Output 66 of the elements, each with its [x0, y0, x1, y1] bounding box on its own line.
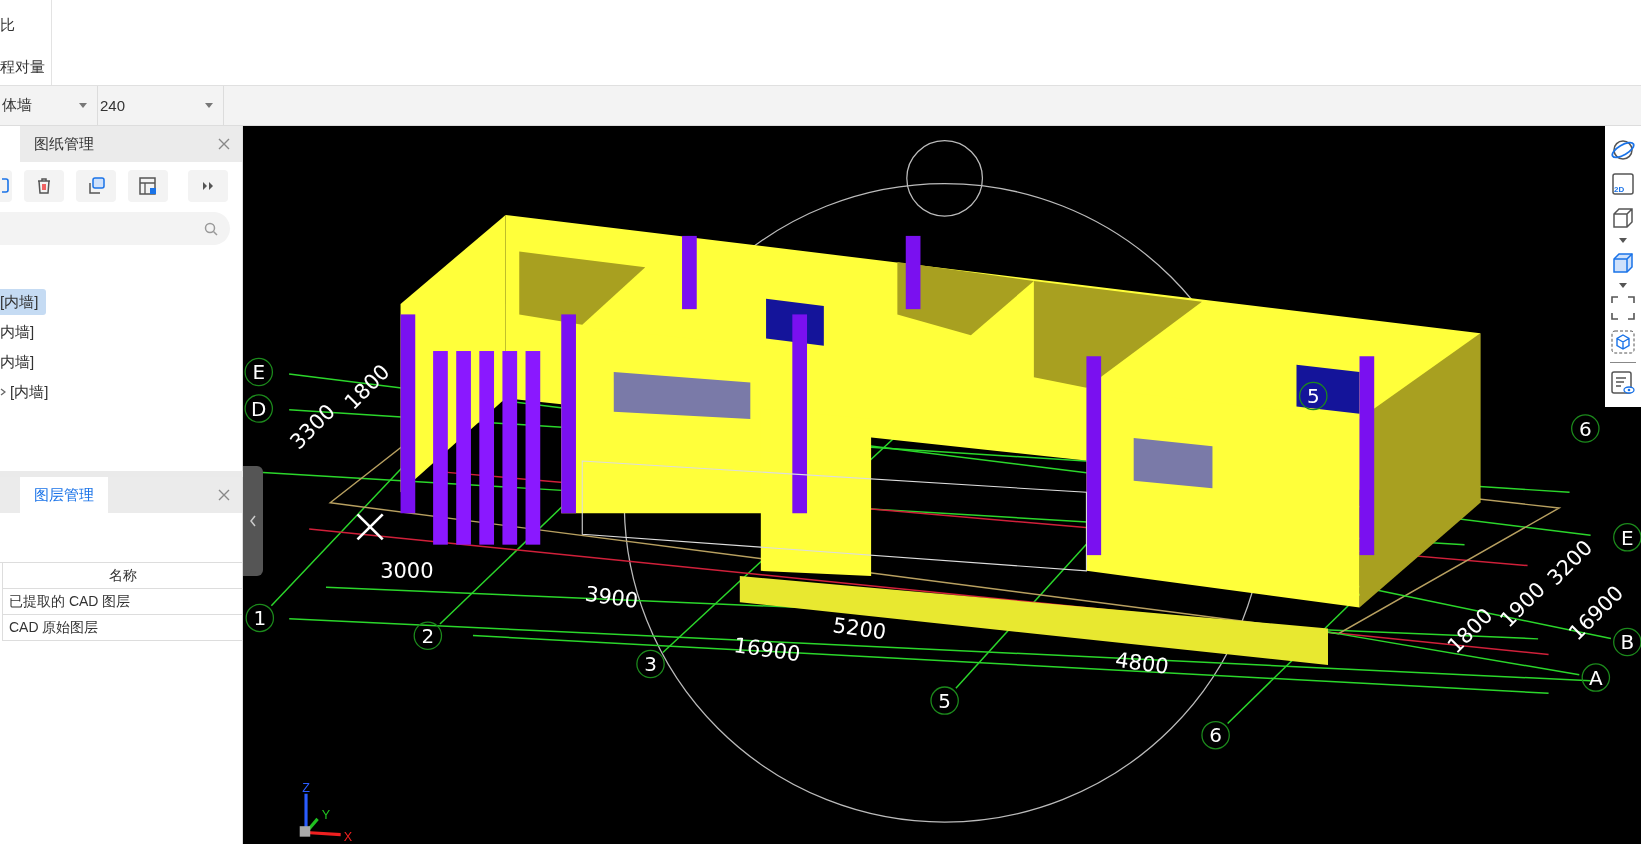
dimension-label: 16900 — [732, 633, 802, 667]
cube-icon — [1612, 207, 1634, 229]
delete-button[interactable] — [24, 170, 64, 202]
axis-bubble: 2 — [413, 621, 443, 650]
search-icon — [204, 221, 218, 236]
chevron-icon — [249, 515, 257, 527]
dimension-label: 3000 — [380, 559, 434, 584]
table-cell[interactable]: CAD 原始图层 — [2, 615, 242, 641]
axis-bubble: B — [1613, 627, 1641, 657]
axis-bubble: E — [1613, 523, 1641, 552]
toolbar-button[interactable] — [0, 170, 12, 202]
caret-icon — [1619, 283, 1627, 288]
dimension-label: 4800 — [1113, 647, 1171, 679]
axis-bubble: E — [244, 357, 274, 387]
dropdown-field[interactable]: 240 — [98, 86, 224, 125]
chevron-icon — [0, 388, 6, 396]
dimension-label: 3900 — [583, 581, 640, 613]
corners-icon — [1611, 296, 1635, 320]
properties-button[interactable] — [1609, 369, 1637, 397]
cross-marker-icon — [356, 513, 384, 541]
close-icon — [218, 489, 230, 501]
fit-view-button[interactable] — [1609, 294, 1637, 322]
dropdown-field[interactable]: 体墙 — [0, 86, 98, 125]
column-header: 名称 — [2, 563, 242, 589]
search-field[interactable] — [0, 212, 230, 245]
tree-item[interactable]: 内墙] — [0, 349, 43, 375]
list-eye-icon — [1611, 371, 1635, 395]
2d-view-button[interactable]: 2D — [1609, 170, 1637, 198]
axis-bubble: 6 — [1201, 720, 1230, 750]
double-arrow-icon — [203, 182, 213, 190]
isolate-button[interactable] — [1609, 328, 1637, 356]
orbit-icon — [1611, 138, 1635, 162]
copy-button[interactable] — [76, 170, 116, 202]
more-button[interactable] — [188, 170, 228, 202]
copy-icon — [86, 176, 106, 196]
close-button[interactable] — [216, 136, 232, 152]
close-icon — [218, 138, 230, 150]
table-cell[interactable]: 已提取的 CAD 图层 — [2, 589, 242, 615]
frame-icon — [138, 176, 158, 196]
caret-icon — [205, 103, 213, 108]
tree-label: [内墙] — [10, 382, 49, 402]
axis-bubble: 3 — [636, 649, 665, 679]
close-button[interactable] — [216, 487, 232, 503]
axis-bubble: A — [1581, 663, 1611, 692]
save-button[interactable] — [128, 170, 168, 202]
tree-label: [内墙] — [0, 292, 39, 312]
axis-bubble: 6 — [1571, 414, 1600, 443]
tree-label: 内墙] — [0, 322, 35, 342]
cube-icon — [1612, 252, 1634, 274]
frame-icon — [1612, 173, 1634, 195]
caret-icon — [79, 103, 87, 108]
dimension-label: 5200 — [831, 613, 888, 645]
ribbon-label: 程对量 — [0, 58, 46, 77]
panel-tab[interactable]: 图层管理 — [20, 477, 108, 513]
tree-item[interactable]: [内墙] — [0, 289, 47, 315]
tree-label: 内墙] — [0, 352, 35, 372]
axis-bubble: 5 — [1299, 381, 1328, 411]
tree-item[interactable]: 内墙] — [0, 319, 43, 345]
axis-bubble: 1 — [245, 603, 275, 633]
collapse-handle[interactable] — [243, 466, 263, 576]
axis-bubble: D — [244, 394, 274, 423]
ribbon-label: 比 — [0, 16, 16, 35]
axis-bubble: 5 — [930, 686, 959, 715]
caret-icon — [1619, 238, 1627, 243]
tree-item[interactable]: [内墙] — [0, 379, 57, 405]
dashed-cube-icon — [1611, 330, 1635, 354]
